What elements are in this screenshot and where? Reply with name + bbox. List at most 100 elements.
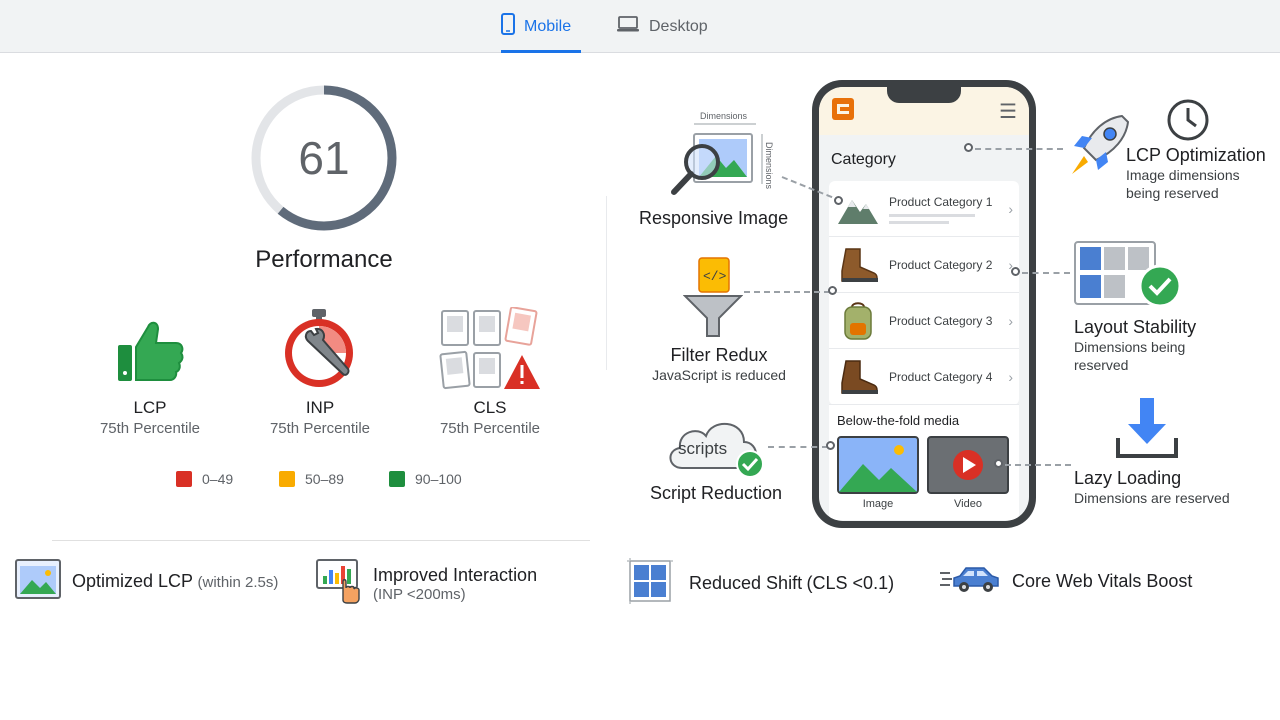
tab-mobile-label: Mobile (524, 17, 572, 35)
hiking-boot-icon (835, 245, 881, 285)
backpack-icon (835, 301, 881, 341)
connector-dot (834, 196, 843, 205)
media-video[interactable]: Video (927, 436, 1009, 510)
laptop-icon (616, 15, 640, 38)
category-label: Product Category 4 (889, 369, 993, 384)
rocket-icon (1066, 112, 1132, 185)
cloud-scripts-icon: scripts (662, 408, 768, 485)
category-label: Product Category 2 (889, 257, 993, 272)
layout-shift-warning-icon (410, 305, 570, 395)
metric-cls-name: CLS (473, 398, 507, 417)
callout-title: Script Reduction (650, 483, 783, 503)
download-tray-icon (1114, 396, 1180, 465)
hamburger-menu-icon[interactable]: ☰ (999, 99, 1017, 124)
tab-desktop[interactable]: Desktop (616, 0, 716, 53)
boot-icon (835, 357, 881, 397)
callout-responsive-image: Responsive Image (639, 208, 788, 229)
callout-lazy-loading: Lazy Loading Dimensions are reserved (1074, 468, 1230, 507)
metric-inp-name: INP (305, 398, 335, 417)
connector-line (1005, 464, 1071, 466)
feature-title: Optimized LCP (72, 571, 194, 591)
tab-mobile[interactable]: Mobile (501, 0, 581, 53)
feature-title: Core Web Vitals Boost (1012, 571, 1193, 591)
grid-icon (627, 558, 673, 609)
active-tab-indicator (501, 50, 581, 53)
dimension-label: Dimensions (764, 142, 774, 190)
page: Mobile Desktop 61 Performance LCP 75th P (0, 0, 1280, 720)
legend-item-average: 50–89 (279, 471, 344, 487)
metric-inp: INP 75th Percentile (240, 305, 400, 437)
category-item-3[interactable]: Product Category 3 › (829, 293, 1019, 349)
image-icon (14, 558, 62, 605)
metric-cls-sub: 75th Percentile (439, 420, 541, 437)
legend-swatch-green (389, 471, 405, 487)
metric-lcp-sub: 75th Percentile (99, 420, 201, 437)
landscape-image-icon (837, 436, 919, 494)
legend-label: 0–49 (202, 471, 234, 487)
connector-line (1022, 272, 1070, 274)
connector-dot (994, 459, 1003, 468)
feature-title: Reduced Shift (689, 573, 803, 593)
connector-line (975, 148, 1063, 150)
chart-click-icon (315, 558, 363, 609)
feature-optimized-lcp: Optimized LCP (within 2.5s) (14, 558, 278, 605)
below-fold-section: Below-the-fold media Image Video (829, 405, 1019, 520)
category-label: Product Category 1 (889, 194, 993, 209)
connector-dot (964, 143, 973, 152)
feature-detail: (CLS <0.1) (806, 573, 895, 593)
phone-icon (501, 13, 515, 40)
category-item-2[interactable]: Product Category 2 › (829, 237, 1019, 293)
category-label: Product Category 3 (889, 313, 993, 328)
fast-car-icon (940, 562, 1002, 601)
category-item-4[interactable]: Product Category 4 › (829, 349, 1019, 405)
performance-score: 61 (298, 132, 350, 184)
callout-lcp-optimization: LCP Optimization Image dimensions being … (1126, 145, 1266, 202)
connector-line (768, 446, 828, 448)
feature-detail: (within 2.5s) (197, 574, 279, 591)
chevron-right-icon: › (1008, 368, 1013, 385)
tab-desktop-label: Desktop (649, 17, 708, 35)
callout-title: Lazy Loading (1074, 468, 1182, 488)
media-image[interactable]: Image (837, 436, 919, 510)
responsive-image-illustration: Dimensions Dimensions (664, 106, 784, 202)
clock-icon (1166, 98, 1210, 147)
callout-title: LCP Optimization (1126, 145, 1266, 165)
media-caption: Video (954, 498, 982, 510)
feature-improved-interaction: Improved Interaction (INP <200ms) (315, 558, 537, 609)
callout-script-reduction: Script Reduction (650, 483, 782, 504)
connector-dot (826, 441, 835, 450)
legend-label: 50–89 (305, 471, 344, 487)
legend-item-good: 90–100 (389, 471, 462, 487)
mountain-icon (835, 189, 881, 229)
media-caption: Image (862, 498, 894, 510)
chevron-right-icon: › (1008, 312, 1013, 329)
callout-title: Filter Redux (670, 345, 768, 365)
funnel-code-icon: </> (682, 256, 744, 345)
horizontal-divider (52, 540, 590, 541)
callout-title: Layout Stability (1074, 317, 1197, 337)
app-logo-icon (831, 97, 855, 126)
category-heading: Category (831, 151, 896, 168)
below-fold-title: Below-the-fold media (837, 413, 960, 428)
vertical-divider (606, 196, 607, 370)
category-list: Product Category 1 › Product Category 2 … (829, 181, 1019, 405)
feature-detail: (INP <200ms) (373, 585, 466, 603)
skeleton-lines (889, 213, 979, 231)
metric-lcp: LCP 75th Percentile (70, 305, 230, 437)
feature-core-web-vitals: Core Web Vitals Boost (940, 562, 1192, 601)
metric-inp-sub: 75th Percentile (269, 420, 371, 437)
thumbs-up-icon (70, 305, 230, 395)
feature-title: Improved Interaction (373, 564, 538, 585)
feature-reduced-shift: Reduced Shift (CLS <0.1) (627, 558, 894, 609)
callout-detail: Dimensions being (1074, 339, 1186, 355)
scripts-badge: scripts (678, 439, 727, 458)
category-item-1[interactable]: Product Category 1 › (829, 181, 1019, 237)
connector-dot (828, 286, 837, 295)
legend-swatch-red (176, 471, 192, 487)
device-tab-bar: Mobile Desktop (0, 0, 1280, 53)
callout-detail: JavaScript is reduced (652, 367, 786, 383)
callout-detail: being reserved (1126, 185, 1219, 201)
metric-cls: CLS 75th Percentile (410, 305, 570, 437)
callout-detail: Image dimensions (1126, 167, 1240, 183)
phone-screen: ☰ Category Product Category 1 › Product … (819, 87, 1029, 521)
